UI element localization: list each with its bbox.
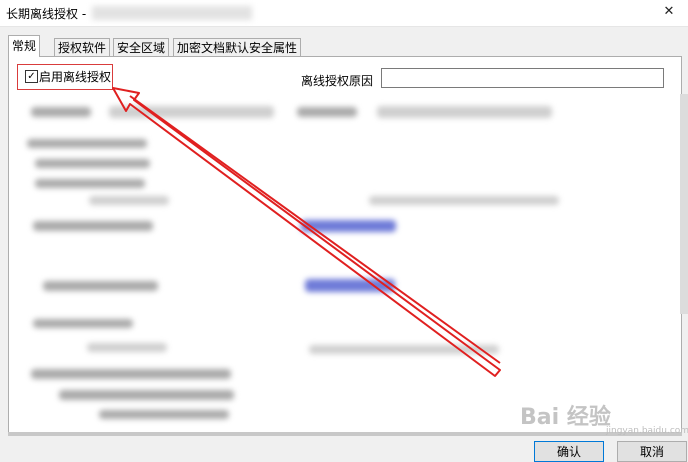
general-tab-panel: ✓ 启用离线授权 离线授权原因 (8, 56, 682, 436)
redacted-text (99, 410, 229, 419)
redacted-text (109, 106, 274, 118)
title-bar: 长期离线授权 - ✕ (0, 0, 688, 27)
baidu-jingyan-watermark: Bai 经验 jingyan.baidu.com (520, 399, 688, 436)
redacted-text (87, 343, 167, 352)
redacted-text (297, 107, 357, 117)
ok-button[interactable]: 确认 (534, 441, 604, 462)
redacted-link (305, 279, 395, 292)
redacted-text (27, 139, 147, 148)
enable-offline-checkbox[interactable]: ✓ (25, 70, 38, 83)
redacted-text (35, 179, 145, 188)
redacted-text (309, 345, 499, 354)
redacted-text (43, 281, 158, 291)
watermark-subtext: jingyan.baidu.com (606, 426, 688, 436)
redacted-text (59, 390, 234, 400)
reason-label: 离线授权原因 (301, 74, 374, 88)
redacted-link (301, 220, 396, 232)
enable-offline-checkbox-highlight: ✓ 启用离线授权 (17, 64, 113, 90)
tab-encrypted-doc-default-security[interactable]: 加密文档默认安全属性 (173, 38, 302, 56)
tab-security-zone[interactable]: 安全区域 (113, 38, 170, 56)
cancel-button[interactable]: 取消 (617, 441, 687, 462)
redacted-text (33, 319, 133, 328)
redacted-text (31, 107, 91, 117)
redacted-text (89, 196, 169, 205)
redacted-text (35, 159, 150, 168)
close-button[interactable]: ✕ (658, 2, 680, 22)
redacted-text (31, 369, 231, 379)
vertical-scrollbar[interactable] (680, 94, 688, 314)
title-redacted-text (92, 6, 252, 20)
redacted-text (377, 106, 552, 118)
redacted-text (369, 196, 559, 205)
enable-offline-label[interactable]: 启用离线授权 (39, 68, 111, 85)
window-title: 长期离线授权 - (6, 7, 87, 21)
tab-general[interactable]: 常规 (8, 35, 41, 57)
reason-input[interactable] (381, 68, 664, 88)
tab-authorized-software[interactable]: 授权软件 (54, 38, 111, 56)
dialog-client: 常规 授权软件 安全区域 加密文档默认安全属性 ✓ 启用离线授权 离线授权原因 (0, 27, 688, 462)
watermark-text: Bai 经验 (520, 405, 611, 430)
redacted-text (33, 221, 153, 231)
